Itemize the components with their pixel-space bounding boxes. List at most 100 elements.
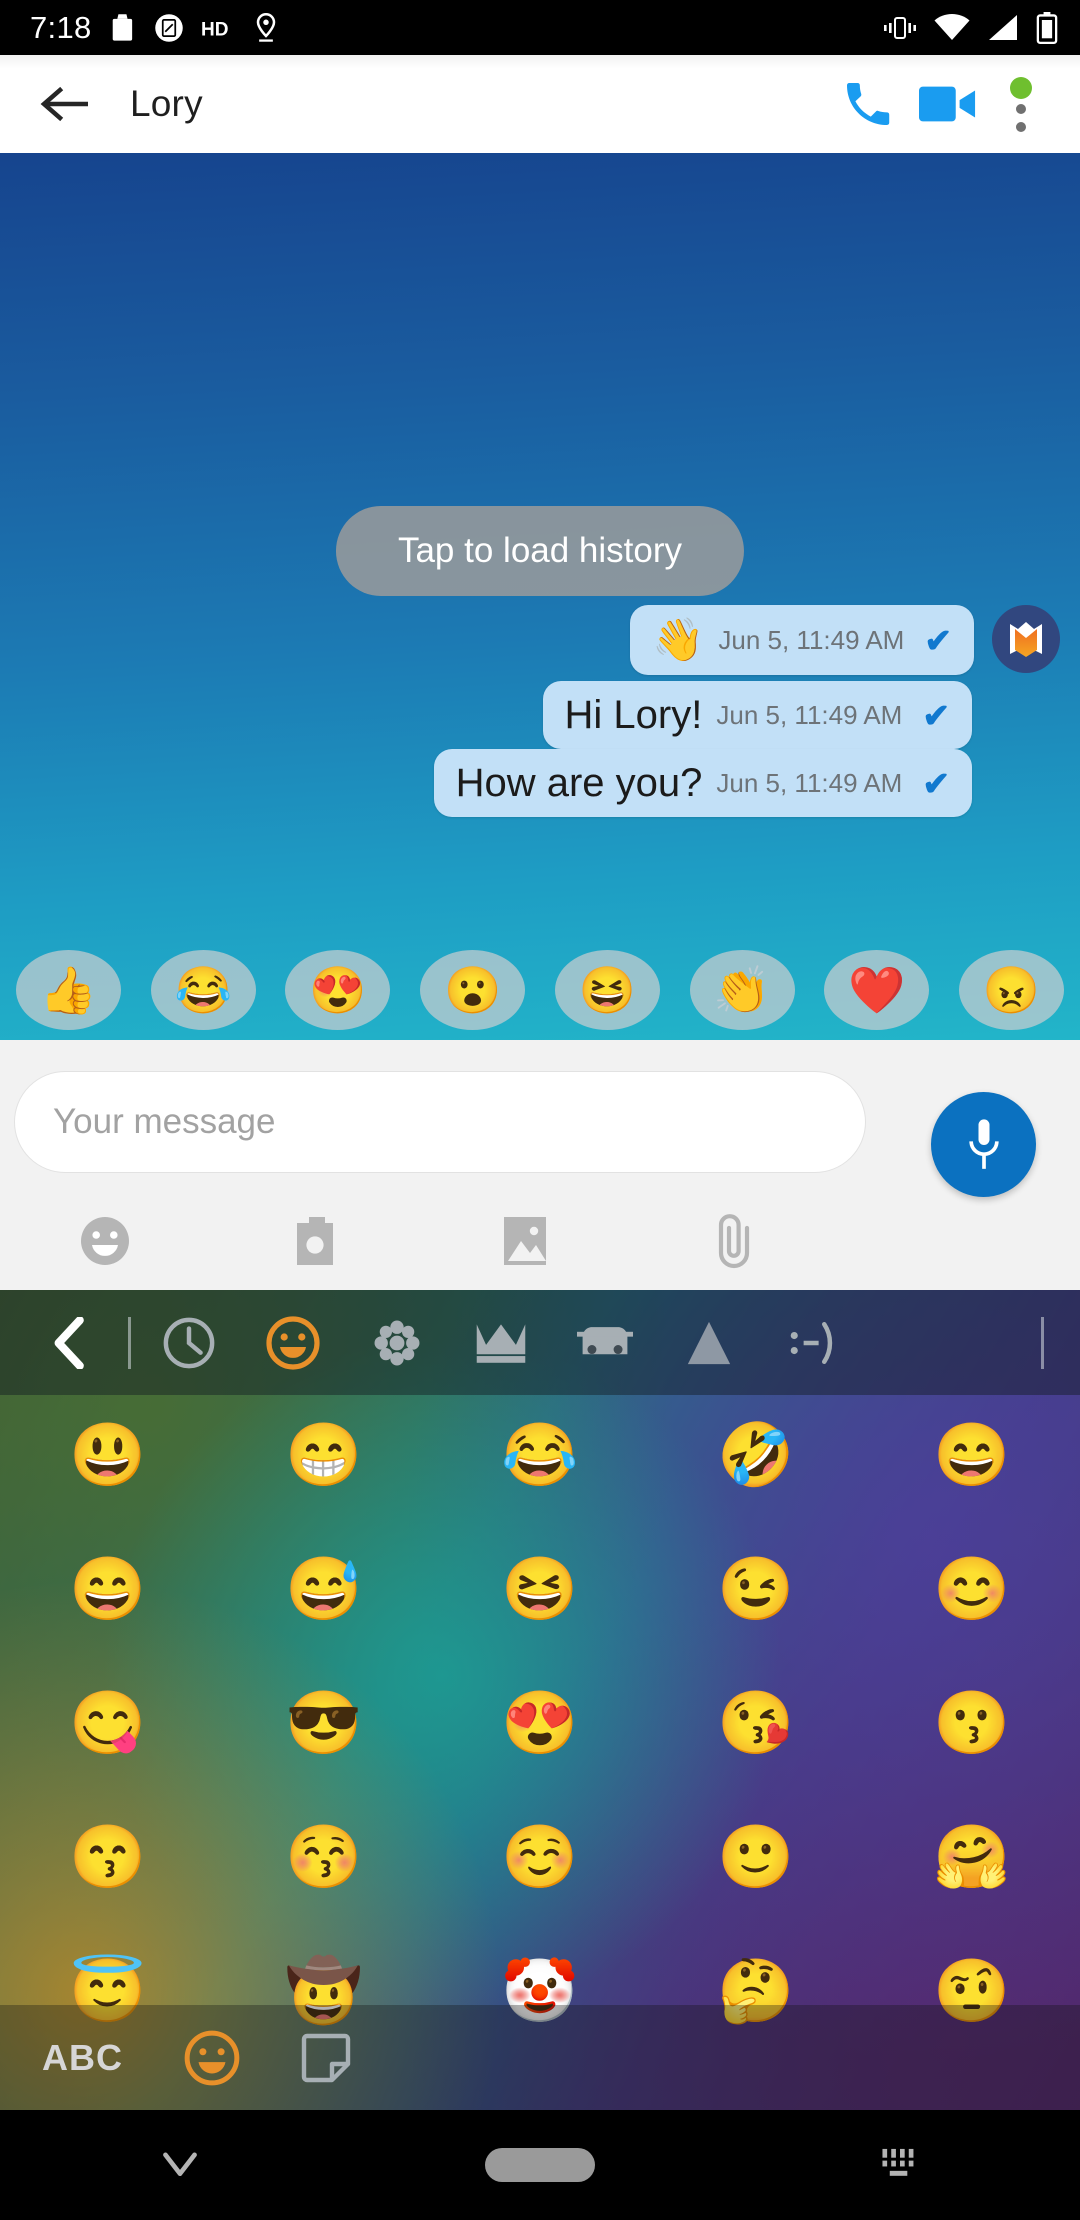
emoji-keyboard-button[interactable] xyxy=(177,2023,247,2093)
message-timestamp: Jun 5, 11:49 AM xyxy=(716,768,903,798)
chat-message-area: Tap to load history 👋 Jun 5, 11:49 AM ✔ … xyxy=(0,153,1080,1040)
emoji-cell[interactable]: 😍 xyxy=(501,1693,578,1755)
back-button[interactable] xyxy=(30,68,102,140)
reaction-thumbs-up[interactable]: 👍 xyxy=(16,950,121,1030)
emoji-cell[interactable]: 😃 xyxy=(69,1425,146,1487)
objects-crown-icon xyxy=(476,1323,526,1363)
tab-divider xyxy=(1041,1316,1044,1369)
emoji-tab-objects[interactable] xyxy=(449,1290,553,1395)
new-notification-badge xyxy=(1010,76,1032,99)
emoji-cell[interactable]: 🙂 xyxy=(717,1827,794,1889)
app-bar: Lory xyxy=(0,55,1080,153)
reaction-red-heart[interactable]: ❤️ xyxy=(824,950,930,1030)
message-input-placeholder: Your message xyxy=(53,1102,276,1141)
status-bar-right xyxy=(883,11,1058,44)
emoji-cell[interactable]: 😅 xyxy=(285,1559,362,1621)
home-pill-icon xyxy=(485,2148,595,2182)
chevron-down-icon xyxy=(163,2152,197,2177)
emoji-cell[interactable]: 😄 xyxy=(933,1425,1010,1487)
emoji-cell[interactable]: 😂 xyxy=(501,1425,578,1487)
emoji-tab-symbols[interactable] xyxy=(657,1290,761,1395)
page-title: Lory xyxy=(130,83,203,124)
sticker-icon xyxy=(301,2033,351,2082)
nav-back-button[interactable] xyxy=(0,2149,360,2181)
message-bubble[interactable]: 👋 Jun 5, 11:49 AM ✔ xyxy=(630,605,974,675)
message-input[interactable]: Your message xyxy=(14,1071,866,1173)
svg-text:HD: HD xyxy=(201,19,229,40)
emoji-tab-nature[interactable] xyxy=(345,1290,449,1395)
emoji-cell[interactable]: 🤗 xyxy=(933,1827,1010,1889)
message-text: How are you? xyxy=(455,761,703,805)
abc-keyboard-button[interactable]: ABC xyxy=(32,2037,133,2079)
vibrate-icon xyxy=(883,15,917,41)
emoji-button[interactable] xyxy=(0,1201,210,1281)
avatar[interactable] xyxy=(992,605,1060,673)
quick-reaction-bar: 👍 😂 😍 😮 😆 👏 ❤️ 😠 xyxy=(0,950,1080,1030)
reaction-open-mouth[interactable]: 😮 xyxy=(420,950,526,1030)
emoji-cell[interactable]: 😉 xyxy=(717,1559,794,1621)
emoji-cell[interactable]: 😆 xyxy=(501,1559,578,1621)
gallery-button[interactable] xyxy=(420,1201,630,1281)
location-icon xyxy=(254,12,278,44)
smileys-icon xyxy=(184,2030,240,2085)
emoji-cell[interactable]: 😙 xyxy=(69,1827,146,1889)
nav-keyboard-switch-button[interactable] xyxy=(720,2146,1080,2184)
battery-icon xyxy=(1036,11,1058,44)
voice-message-button[interactable] xyxy=(931,1092,1036,1197)
paperclip-icon xyxy=(718,1214,750,1269)
load-history-button[interactable]: Tap to load history xyxy=(335,506,745,596)
nature-flower-icon xyxy=(374,1320,420,1365)
message-timestamp: Jun 5, 11:49 AM xyxy=(716,700,903,730)
message-row: How are you? Jun 5, 11:49 AM ✔ xyxy=(0,749,1080,817)
emoji-category-tabs xyxy=(0,1290,1080,1395)
message-row: Hi Lory! Jun 5, 11:49 AM ✔ xyxy=(0,681,1080,749)
reaction-clap[interactable]: 👏 xyxy=(689,950,795,1030)
emoji-cell[interactable]: 😊 xyxy=(933,1559,1010,1621)
emoji-cell[interactable]: 😗 xyxy=(933,1693,1010,1755)
emoji-keyboard: 😃 😁 😂 🤣 😄 😄 😅 😆 😉 😊 😋 😎 😍 😘 😗 😙 😚 ☺️ 🙂 🤗… xyxy=(0,1290,1080,2110)
message-bubble[interactable]: Hi Lory! Jun 5, 11:49 AM ✔ xyxy=(542,681,972,749)
emoji-cell[interactable]: 😘 xyxy=(717,1693,794,1755)
phone-screen: 7:18 HD Lory Tap to load history 👋 Jun 5… xyxy=(0,0,1080,2220)
delivery-check-icon: ✔ xyxy=(922,696,950,734)
gallery-icon xyxy=(504,1217,546,1265)
status-bar-left: 7:18 HD xyxy=(30,10,883,46)
keyboard-back-button[interactable] xyxy=(18,1290,122,1395)
emoji-tab-travel[interactable] xyxy=(553,1290,657,1395)
emoji-cell[interactable]: 😁 xyxy=(285,1425,362,1487)
emoji-cell[interactable]: ☺️ xyxy=(501,1827,578,1889)
reaction-joy[interactable]: 😂 xyxy=(150,950,256,1030)
symbols-triangle-icon xyxy=(687,1321,731,1364)
camera-button[interactable] xyxy=(210,1201,420,1281)
emoticons-icon xyxy=(790,1321,833,1364)
message-timestamp: Jun 5, 11:49 AM xyxy=(718,625,905,655)
emoji-cell[interactable]: 🤣 xyxy=(717,1425,794,1487)
video-call-button[interactable] xyxy=(908,64,988,144)
system-navigation-bar xyxy=(0,2110,1080,2220)
attachment-bar xyxy=(0,1201,840,1281)
sticker-button[interactable] xyxy=(291,2023,361,2093)
emoji-cell[interactable]: 😎 xyxy=(285,1693,362,1755)
more-options-button[interactable] xyxy=(988,64,1054,144)
status-bar: 7:18 HD xyxy=(0,0,1080,55)
signal-icon xyxy=(987,14,1019,42)
message-bubble[interactable]: How are you? Jun 5, 11:49 AM ✔ xyxy=(433,749,972,817)
emoji-cell[interactable]: 😋 xyxy=(69,1693,146,1755)
dot xyxy=(1016,121,1026,132)
briefcase-icon xyxy=(109,12,137,44)
travel-car-icon xyxy=(577,1326,633,1354)
attach-file-button[interactable] xyxy=(630,1201,840,1281)
reaction-angry[interactable]: 😠 xyxy=(958,950,1064,1030)
emoji-cell[interactable]: 😄 xyxy=(69,1559,146,1621)
nav-home-button[interactable] xyxy=(360,2148,720,2182)
smileys-icon xyxy=(266,1315,320,1370)
screenshot-icon xyxy=(154,13,184,43)
emoji-tab-emoticons[interactable] xyxy=(761,1290,865,1395)
message-emoji: 👋 xyxy=(652,616,705,663)
reaction-heart-eyes[interactable]: 😍 xyxy=(285,950,391,1030)
emoji-cell[interactable]: 😚 xyxy=(285,1827,362,1889)
reaction-laughing[interactable]: 😆 xyxy=(554,950,660,1030)
emoji-tab-smileys[interactable] xyxy=(241,1290,345,1395)
emoji-tab-recent[interactable] xyxy=(137,1290,241,1395)
call-button[interactable] xyxy=(828,64,908,144)
